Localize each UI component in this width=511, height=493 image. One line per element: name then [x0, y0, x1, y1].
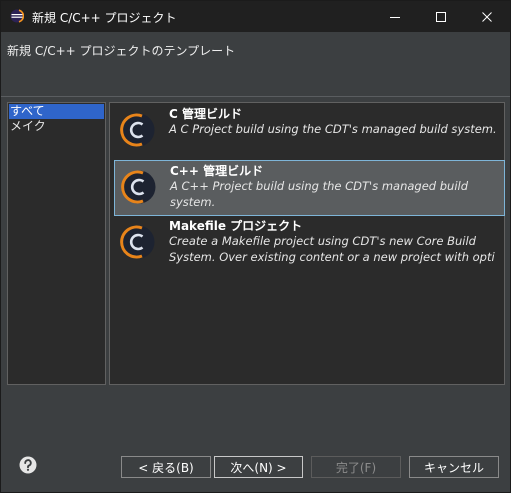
back-button[interactable]: < 戻る(B)	[121, 456, 211, 478]
template-name: C++ 管理ビルド	[170, 164, 264, 178]
finish-button[interactable]: 完了(F)	[311, 456, 401, 478]
title-bar[interactable]: 新規 C/C++ プロジェクト	[1, 1, 510, 32]
minimize-icon	[390, 16, 400, 18]
template-list[interactable]: C 管理ビルド A C Project build using the CDT'…	[109, 102, 505, 385]
template-description: Create a Makefile project using CDT's ne…	[169, 234, 495, 264]
template-item-cpp-managed[interactable]: C++ 管理ビルド A C++ Project build using the …	[114, 160, 505, 216]
template-name: C 管理ビルド	[169, 107, 242, 121]
category-item-make[interactable]: メイク	[9, 119, 104, 134]
cancel-button[interactable]: キャンセル	[409, 456, 499, 478]
help-button[interactable]	[19, 456, 37, 474]
makefile-project-icon	[120, 224, 156, 260]
window-title: 新規 C/C++ プロジェクト	[32, 11, 177, 25]
help-icon	[19, 456, 37, 474]
maximize-icon	[436, 11, 446, 22]
template-item-makefile[interactable]: Makefile プロジェクト Create a Makefile projec…	[114, 216, 505, 276]
template-description: A C++ Project build using the CDT's mana…	[170, 179, 469, 209]
maximize-button[interactable]	[418, 1, 464, 32]
eclipse-app-icon	[10, 9, 25, 23]
new-project-dialog: 新規 C/C++ プロジェクト 新規 C/C++ プロジェクトのテンプレート す…	[0, 0, 511, 493]
close-button[interactable]	[464, 1, 510, 32]
template-item-c-managed[interactable]: C 管理ビルド A C Project build using the CDT'…	[114, 104, 505, 160]
template-name: Makefile プロジェクト	[169, 219, 303, 233]
header-divider	[1, 96, 510, 97]
c-project-icon	[120, 112, 156, 148]
dialog-header: 新規 C/C++ プロジェクトのテンプレート	[1, 32, 510, 96]
close-icon	[482, 11, 492, 22]
minimize-button[interactable]	[372, 1, 418, 32]
category-label: すべて	[10, 104, 45, 118]
cpp-project-icon	[121, 169, 157, 205]
template-description: A C Project build using the CDT's manage…	[169, 122, 497, 136]
next-button[interactable]: 次へ(N) >	[214, 456, 303, 478]
category-label: メイク	[10, 119, 46, 133]
category-item-all[interactable]: すべて	[9, 104, 104, 119]
page-title: 新規 C/C++ プロジェクトのテンプレート	[7, 44, 236, 58]
category-list[interactable]: すべて メイク	[7, 102, 106, 385]
